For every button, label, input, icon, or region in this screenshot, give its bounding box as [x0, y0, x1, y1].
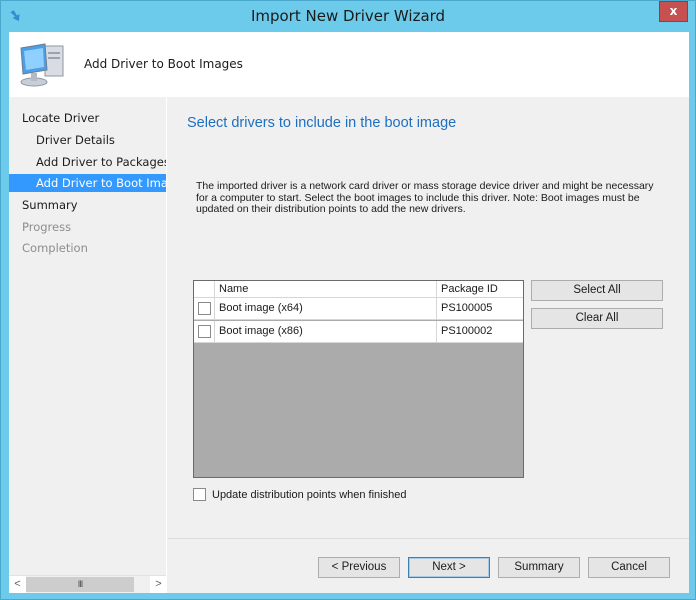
- nav-item-add-driver-to-boot-images[interactable]: Add Driver to Boot Images: [9, 174, 166, 192]
- wizard-window: Import New Driver Wizard x Add Driver to…: [0, 0, 696, 600]
- table-row[interactable]: Boot image (x86) PS100002: [194, 321, 523, 343]
- update-distribution-points-checkbox[interactable]: [193, 488, 206, 501]
- nav-item-completion: Completion: [22, 241, 88, 255]
- nav-horizontal-scrollbar[interactable]: < III >: [9, 575, 166, 593]
- row-name: Boot image (x86): [215, 321, 437, 342]
- wizard-main: Select drivers to include in the boot im…: [168, 97, 689, 593]
- row-check-cell: [194, 298, 215, 319]
- nav-item-driver-details[interactable]: Driver Details: [9, 131, 166, 149]
- nav-item-summary[interactable]: Summary: [9, 196, 166, 214]
- column-header-name[interactable]: Name: [215, 281, 437, 297]
- previous-button[interactable]: < Previous: [318, 557, 400, 578]
- wizard-client: Add Driver to Boot Images Locate Driver …: [9, 32, 689, 593]
- header-title: Add Driver to Boot Images: [84, 57, 243, 71]
- wizard-nav: Locate Driver Driver Details Add Driver …: [9, 97, 167, 593]
- description-text: The imported driver is a network card dr…: [196, 180, 654, 215]
- title-bar[interactable]: Import New Driver Wizard x: [1, 1, 695, 32]
- page-title: Select drivers to include in the boot im…: [187, 115, 457, 131]
- scroll-right-icon[interactable]: >: [150, 576, 166, 593]
- column-header-check: [194, 281, 215, 297]
- summary-button[interactable]: Summary: [498, 557, 580, 578]
- row-package-id: PS100002: [441, 325, 493, 337]
- row-checkbox[interactable]: [198, 325, 211, 338]
- select-all-button[interactable]: Select All: [531, 280, 663, 301]
- column-header-package-id[interactable]: Package ID: [437, 281, 523, 297]
- row-check-cell: [194, 321, 215, 342]
- table-row[interactable]: Boot image (x64) PS100005: [194, 298, 523, 320]
- clear-all-button[interactable]: Clear All: [531, 308, 663, 329]
- scroll-thumb[interactable]: III: [26, 577, 134, 592]
- row-checkbox[interactable]: [198, 302, 211, 315]
- computer-icon: [20, 43, 64, 87]
- nav-item-add-driver-to-packages[interactable]: Add Driver to Packages: [9, 153, 166, 171]
- wizard-header: Add Driver to Boot Images: [9, 32, 689, 97]
- grid-header: Name Package ID: [194, 281, 523, 298]
- next-button[interactable]: Next >: [408, 557, 490, 578]
- boot-images-grid: Name Package ID Boot image (x64) PS10000…: [193, 280, 524, 478]
- scroll-left-icon[interactable]: <: [9, 576, 26, 593]
- close-button[interactable]: x: [659, 1, 688, 22]
- nav-item-progress: Progress: [22, 220, 72, 234]
- row-name: Boot image (x64): [215, 298, 437, 319]
- cancel-button[interactable]: Cancel: [588, 557, 670, 578]
- window-title: Import New Driver Wizard: [250, 7, 446, 25]
- update-distribution-points-label[interactable]: Update distribution points when finished: [212, 488, 406, 502]
- footer-separator: [168, 538, 689, 539]
- nav-item-locate-driver[interactable]: Locate Driver: [9, 109, 166, 127]
- row-package-id: PS100005: [441, 302, 493, 314]
